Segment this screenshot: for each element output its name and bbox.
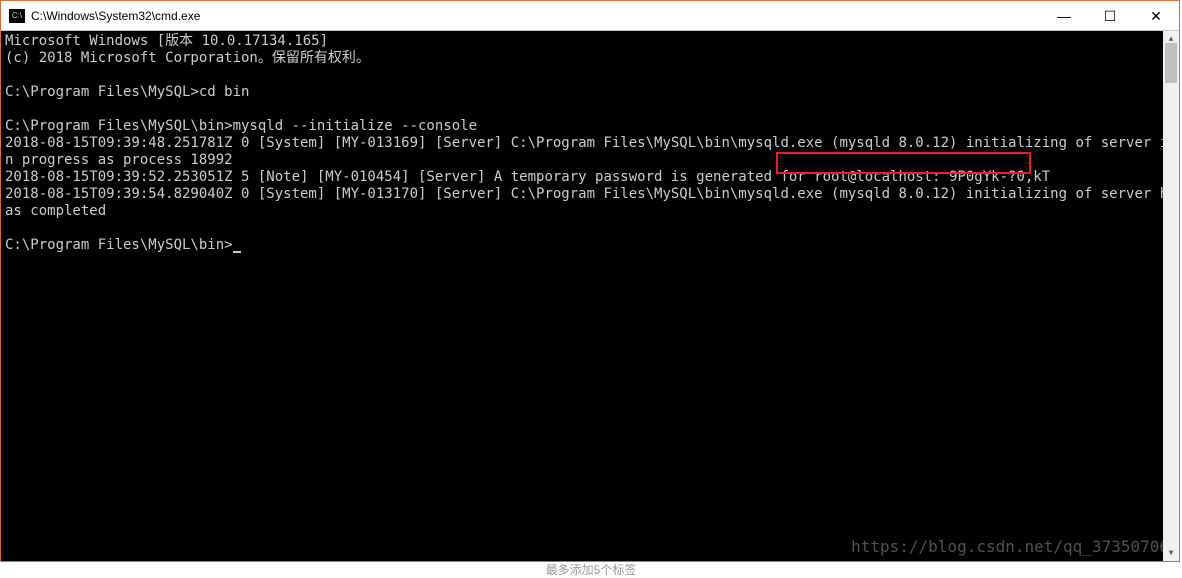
terminal-line: 2018-08-15T09:39:52.253051Z 5 [Note] [MY… <box>5 169 1050 185</box>
titlebar[interactable]: C:\ C:\Windows\System32\cmd.exe — ☐ ✕ <box>1 1 1179 31</box>
cmd-icon: C:\ <box>9 9 25 23</box>
window-controls: — ☐ ✕ <box>1041 1 1179 30</box>
terminal-line: Microsoft Windows [版本 10.0.17134.165] <box>5 33 328 49</box>
terminal-prompt: C:\Program Files\MySQL\bin> <box>5 237 233 253</box>
maximize-button[interactable]: ☐ <box>1087 1 1133 31</box>
close-button[interactable]: ✕ <box>1133 1 1179 31</box>
terminal-output[interactable]: Microsoft Windows [版本 10.0.17134.165] (c… <box>1 31 1179 561</box>
scrollbar-thumb[interactable] <box>1165 43 1177 83</box>
titlebar-text: C:\Windows\System32\cmd.exe <box>31 9 1041 23</box>
terminal-line: C:\Program Files\MySQL\bin>mysqld --init… <box>5 118 477 134</box>
footer-hint: 最多添加5个标签 <box>546 561 637 578</box>
scrollbar-down-arrow[interactable]: ▼ <box>1163 545 1179 561</box>
cursor <box>233 251 241 253</box>
minimize-button[interactable]: — <box>1041 1 1087 31</box>
terminal-line: C:\Program Files\MySQL>cd bin <box>5 84 249 100</box>
cmd-window: C:\ C:\Windows\System32\cmd.exe — ☐ ✕ Mi… <box>0 0 1180 562</box>
terminal-line: (c) 2018 Microsoft Corporation。保留所有权利。 <box>5 50 370 66</box>
scrollbar[interactable]: ▲ ▼ <box>1163 31 1179 561</box>
terminal-line: 2018-08-15T09:39:48.251781Z 0 [System] [… <box>5 135 1168 168</box>
watermark-text: https://blog.csdn.net/qq_37350706 <box>851 538 1169 555</box>
terminal-line: 2018-08-15T09:39:54.829040Z 0 [System] [… <box>5 186 1168 219</box>
